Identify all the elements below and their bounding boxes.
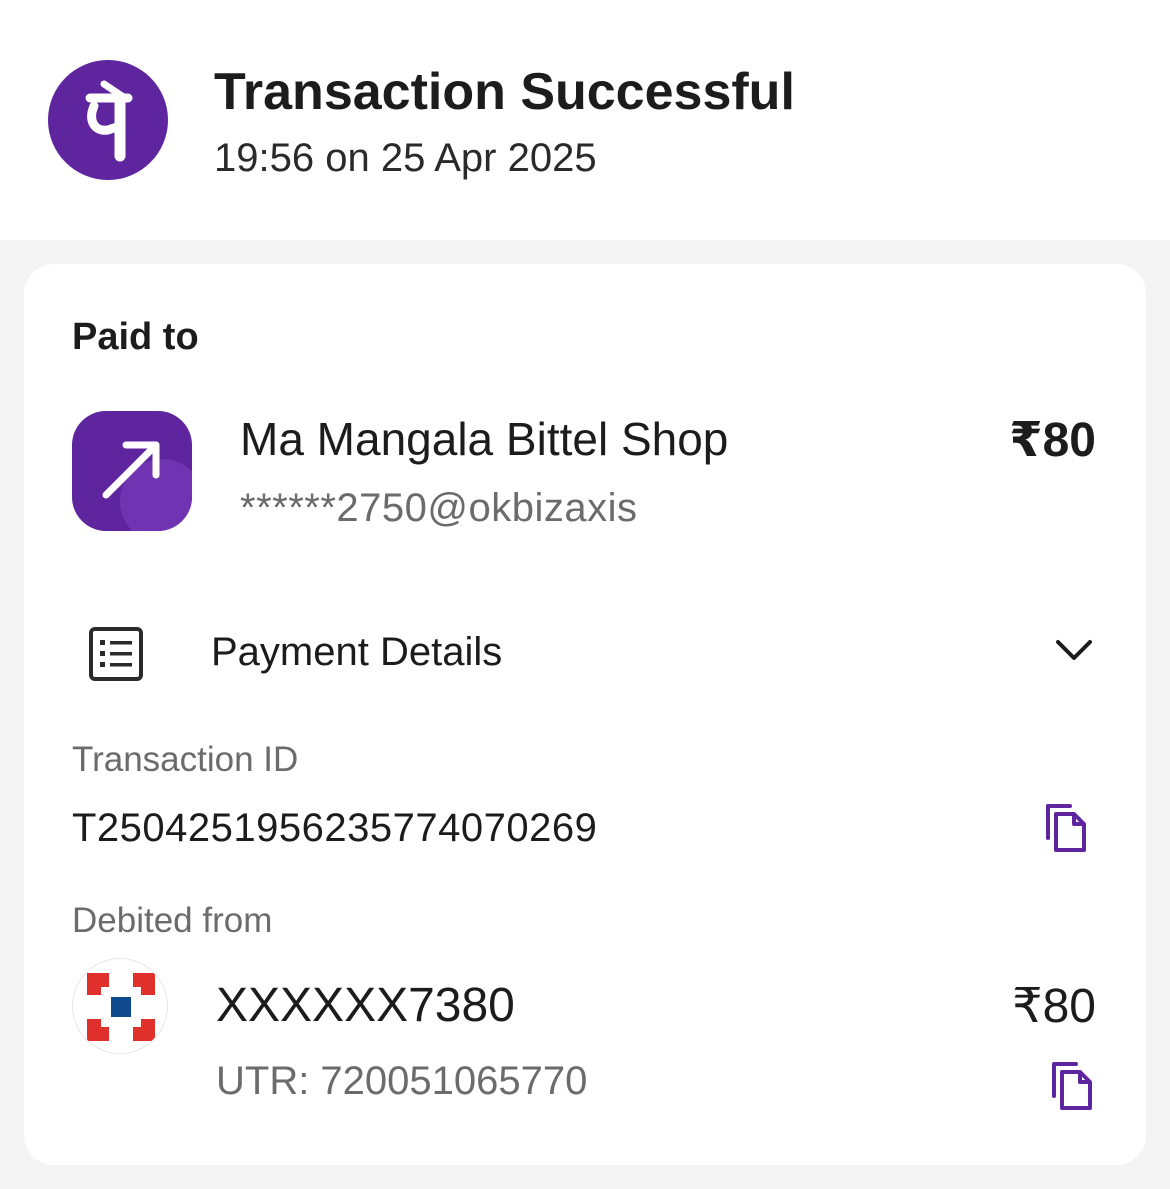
phonepe-logo: [48, 60, 168, 180]
header: Transaction Successful 19:56 on 25 Apr 2…: [0, 0, 1170, 240]
phonepe-logo-glyph-icon: [85, 80, 133, 162]
debit-amount: ₹80: [1012, 980, 1096, 1033]
debited-from-label: Debited from: [72, 901, 273, 940]
payee-upi-id: ******2750@okbizaxis: [240, 486, 638, 530]
payment-details-label: Payment Details: [211, 630, 503, 674]
payment-details-toggle[interactable]: Payment Details: [72, 616, 1098, 688]
copy-transaction-id-icon[interactable]: [1042, 802, 1090, 854]
debit-account-number: XXXXXX7380: [216, 979, 515, 1032]
arrow-up-right-icon: [102, 441, 160, 499]
paid-amount: ₹80: [1009, 414, 1096, 467]
transaction-card: Paid to Ma Mangala Bittel Shop ******275…: [24, 264, 1146, 1165]
payee-name[interactable]: Ma Mangala Bittel Shop: [240, 412, 728, 466]
hdfc-bank-logo-icon: [72, 958, 168, 1054]
utr-number: UTR: 720051065770: [216, 1059, 588, 1103]
transaction-id-value: T2504251956235774070269: [72, 806, 598, 850]
page-title: Transaction Successful: [214, 63, 795, 121]
receipt-list-icon: [89, 627, 143, 681]
copy-utr-icon[interactable]: [1048, 1060, 1096, 1112]
transaction-timestamp: 19:56 on 25 Apr 2025: [214, 136, 597, 180]
payee-avatar[interactable]: [72, 411, 192, 531]
chevron-down-icon[interactable]: [1054, 636, 1094, 664]
paid-to-label: Paid to: [72, 316, 199, 358]
transaction-id-label: Transaction ID: [72, 740, 299, 779]
